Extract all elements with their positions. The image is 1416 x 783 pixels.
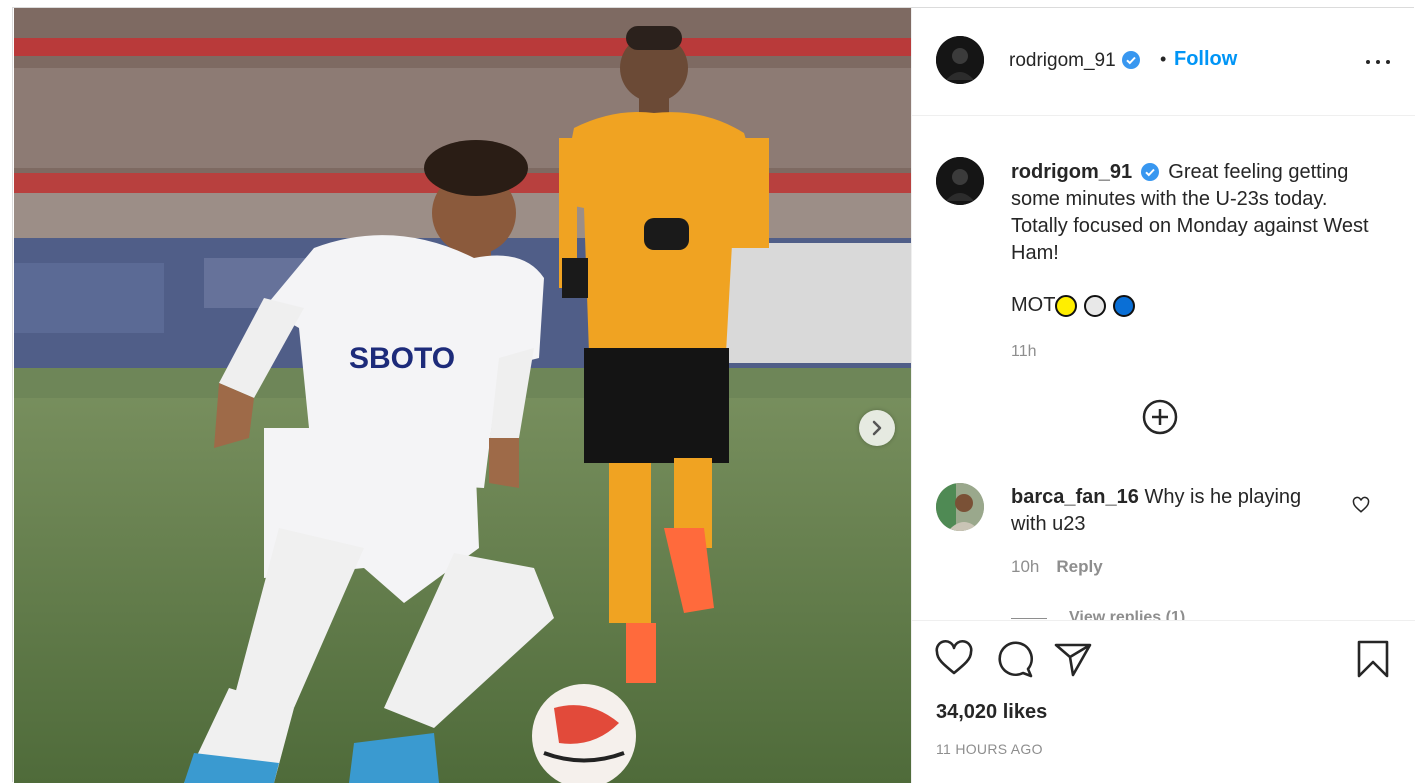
comment-meta: 10h Reply xyxy=(1011,557,1103,577)
save-bookmark-icon[interactable] xyxy=(1353,639,1393,679)
separator-dot: • xyxy=(1160,49,1167,69)
post-frame: SBOTO rodrigom_91 • Follow rodrigom_91 G… xyxy=(12,7,1415,783)
post-photo[interactable]: SBOTO xyxy=(14,8,911,783)
view-replies-button[interactable]: View replies (1) xyxy=(1011,609,1185,620)
likes-count[interactable]: 34,020 likes xyxy=(936,701,1047,724)
more-dot xyxy=(1386,60,1390,64)
verified-badge-icon xyxy=(1121,51,1140,69)
svg-text:SBOTO: SBOTO xyxy=(349,342,455,375)
avatar-image xyxy=(936,483,984,531)
post-sidebar: rodrigom_91 • Follow rodrigom_91 Great f… xyxy=(911,8,1415,783)
post-caption: rodrigom_91 Great feeling getting some m… xyxy=(1011,159,1371,267)
like-comment-heart-icon[interactable] xyxy=(1352,496,1370,514)
avatar-image xyxy=(936,157,984,205)
comment-bubble-icon[interactable] xyxy=(994,639,1034,679)
comment-time[interactable]: 10h xyxy=(1011,557,1039,577)
post-time-ago[interactable]: 11 HOURS AGO xyxy=(936,741,1043,757)
post-actions: 34,020 likes 11 HOURS AGO xyxy=(912,620,1415,783)
more-dot xyxy=(1376,60,1380,64)
caption-mot-line: MOT xyxy=(1011,294,1136,317)
author-avatar[interactable] xyxy=(936,36,984,84)
mot-text: MOT xyxy=(1011,294,1056,316)
view-replies-label: View replies (1) xyxy=(1069,609,1186,620)
post-header: rodrigom_91 • Follow xyxy=(912,8,1415,116)
comment-body: barca_fan_16 Why is he playing with u23 xyxy=(1011,484,1331,538)
author-username[interactable]: rodrigom_91 xyxy=(1009,50,1116,71)
caption-time[interactable]: 11h xyxy=(1011,343,1037,361)
more-options-button[interactable] xyxy=(1364,52,1392,72)
view-replies-line xyxy=(1011,617,1047,619)
chevron-right-icon xyxy=(872,420,882,436)
caption-username[interactable]: rodrigom_91 xyxy=(1011,161,1132,183)
caption-author-avatar[interactable] xyxy=(936,157,984,205)
follow-button[interactable]: Follow xyxy=(1174,48,1237,71)
like-heart-icon[interactable] xyxy=(934,639,974,679)
comments-section: rodrigom_91 Great feeling getting some m… xyxy=(912,117,1415,620)
load-more-comments-icon[interactable] xyxy=(1142,399,1178,435)
commenter-avatar[interactable] xyxy=(936,483,984,531)
next-photo-button[interactable] xyxy=(859,410,895,446)
blue-circle-emoji xyxy=(1113,294,1136,317)
more-dot xyxy=(1366,60,1370,64)
white-circle-emoji xyxy=(1084,294,1107,317)
share-paper-plane-icon[interactable] xyxy=(1053,639,1093,679)
commenter-username[interactable]: barca_fan_16 xyxy=(1011,486,1139,508)
reply-button[interactable]: Reply xyxy=(1056,557,1102,577)
verified-badge-icon xyxy=(1140,163,1159,181)
yellow-circle-emoji xyxy=(1055,294,1078,317)
author-username-row: rodrigom_91 xyxy=(1009,50,1140,72)
post-photo-illustration: SBOTO xyxy=(14,8,911,783)
avatar-image xyxy=(936,36,984,84)
